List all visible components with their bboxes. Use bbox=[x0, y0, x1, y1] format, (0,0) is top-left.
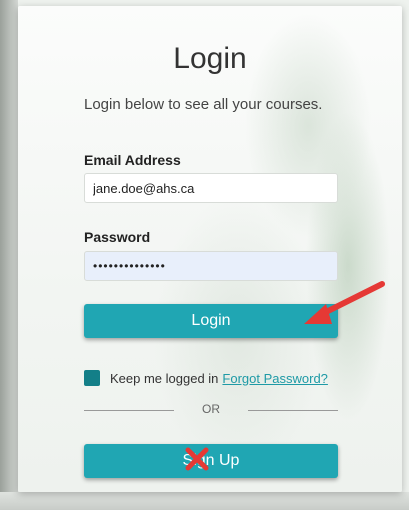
password-label: Password bbox=[84, 229, 151, 245]
email-field[interactable] bbox=[84, 173, 338, 203]
page-title: Login bbox=[173, 42, 247, 75]
remember-row: Keep me logged in Forgot Password? bbox=[84, 368, 328, 388]
password-field[interactable] bbox=[84, 251, 338, 281]
keep-logged-in-checkbox[interactable] bbox=[84, 370, 100, 386]
or-divider-text: OR bbox=[202, 402, 220, 416]
red-arrow-icon bbox=[304, 281, 385, 324]
email-label: Email Address bbox=[84, 152, 181, 168]
login-panel: Login Login below to see all your course… bbox=[18, 6, 402, 492]
login-subtitle: Login below to see all your courses. bbox=[84, 96, 323, 113]
or-divider-line-right bbox=[248, 410, 338, 411]
keep-logged-in-label: Keep me logged in bbox=[110, 370, 219, 386]
red-x-icon bbox=[185, 447, 209, 471]
or-divider: OR bbox=[84, 402, 338, 418]
signup-button[interactable]: Sign Up bbox=[84, 444, 338, 478]
forgot-password-link[interactable]: Forgot Password? bbox=[222, 371, 328, 386]
background-shadow-bottom bbox=[0, 492, 409, 510]
background-shadow-left bbox=[0, 0, 18, 510]
